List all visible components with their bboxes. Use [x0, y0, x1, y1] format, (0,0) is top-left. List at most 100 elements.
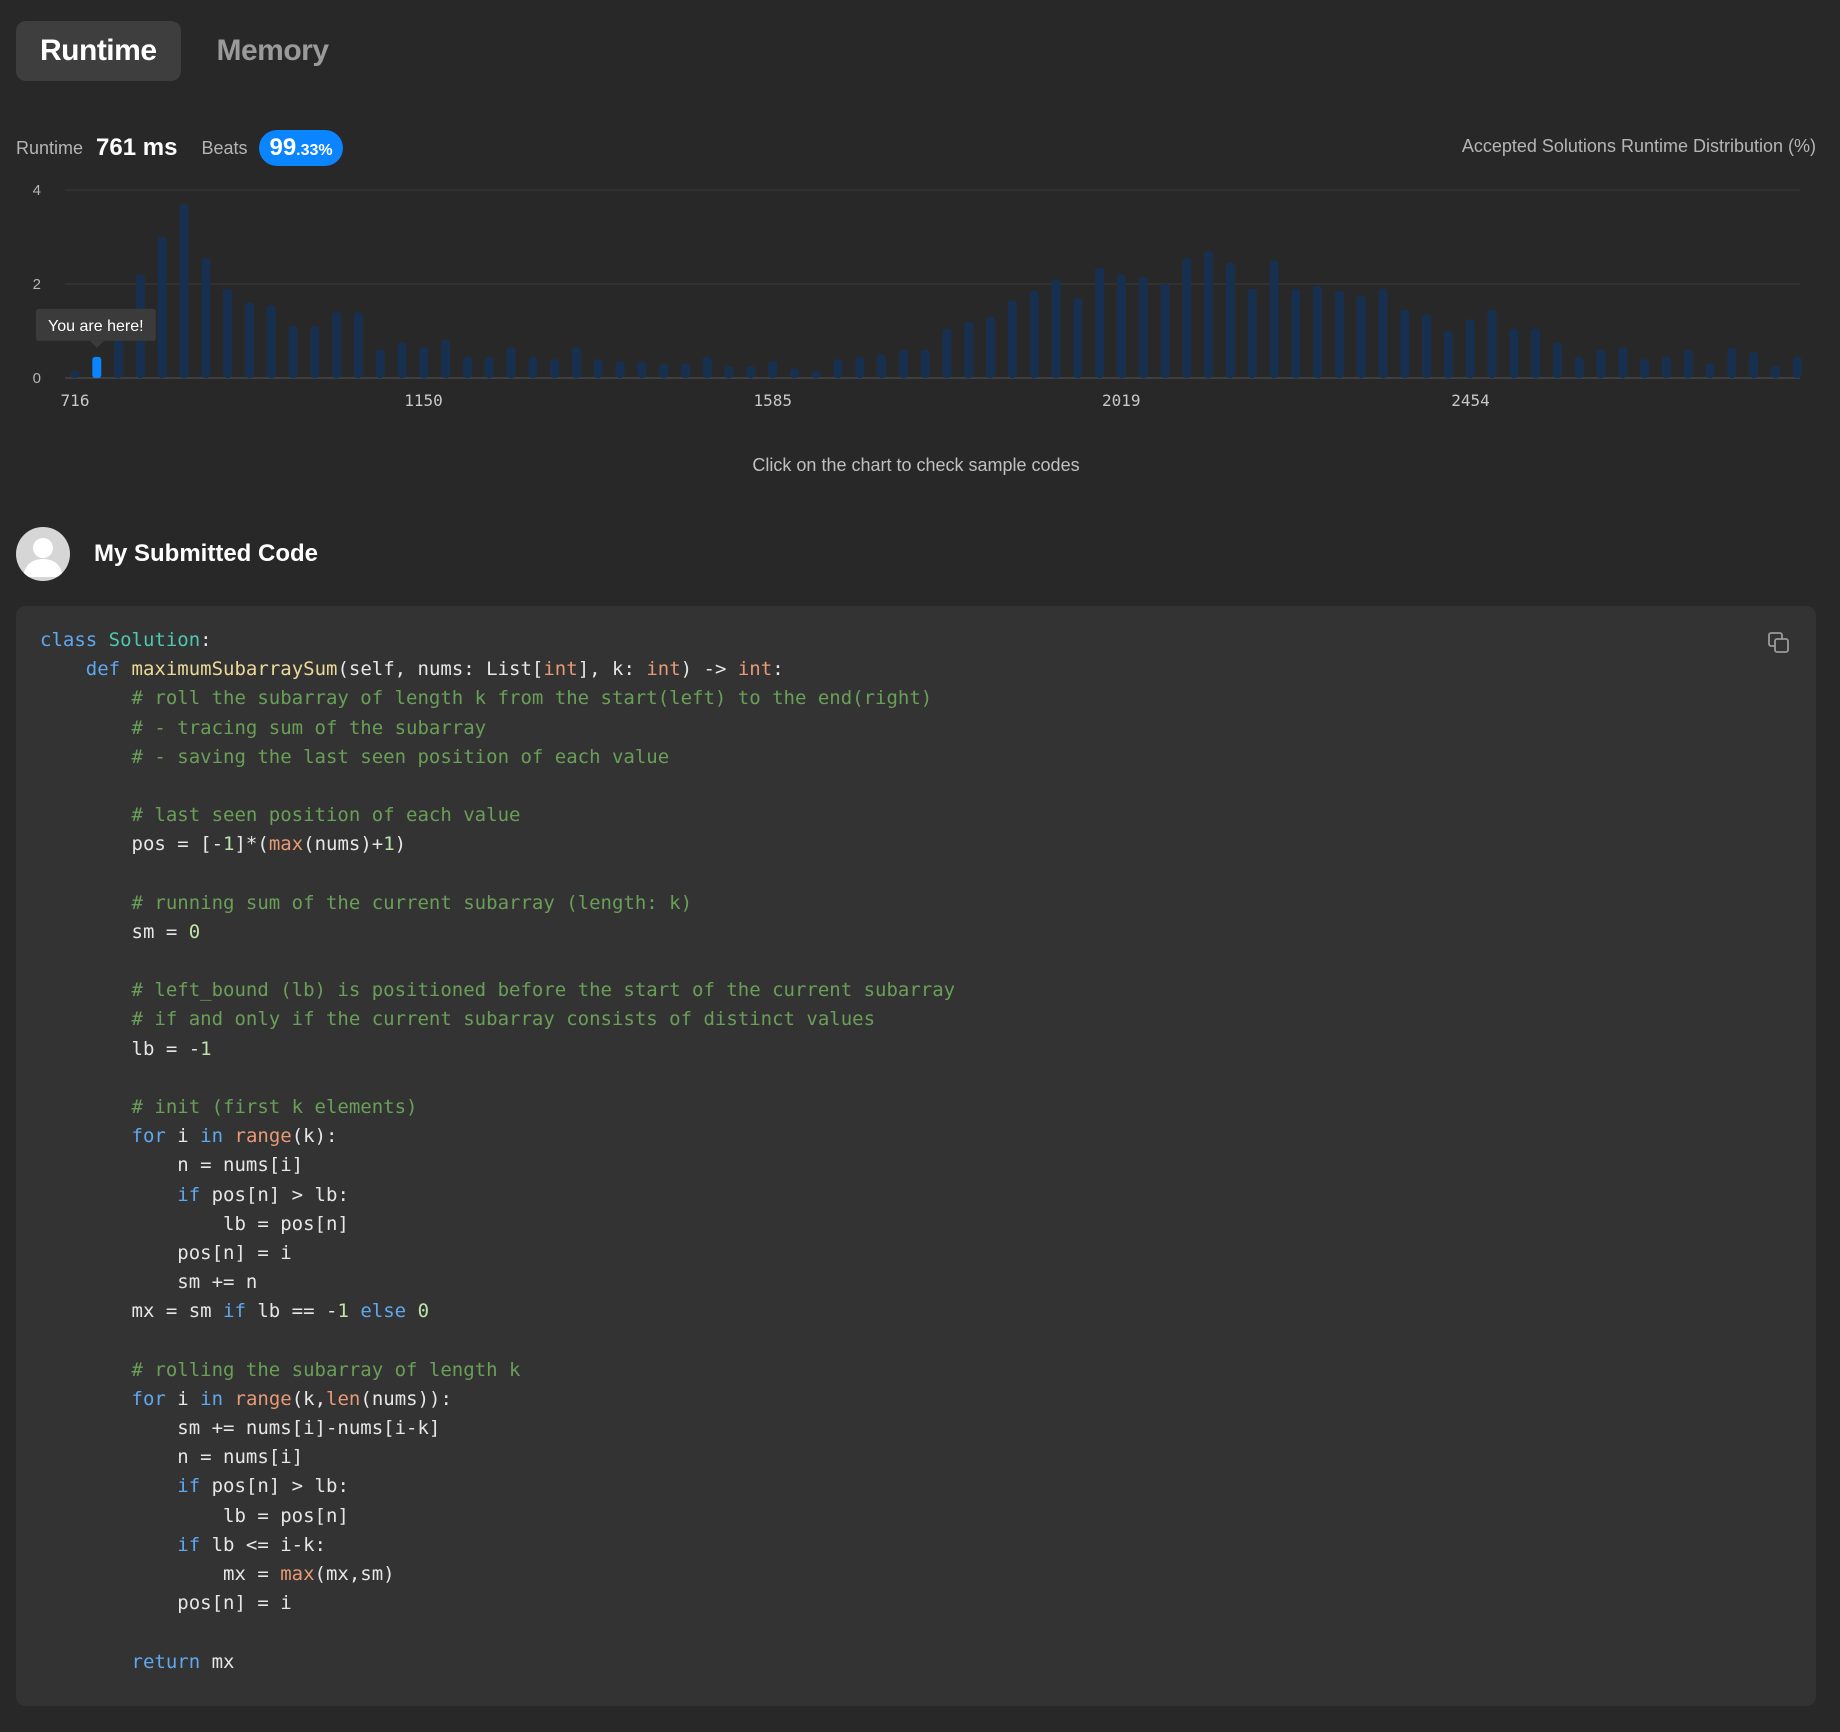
chart-bar[interactable] [223, 288, 233, 378]
chart-bar[interactable] [1661, 356, 1671, 378]
chart-bar[interactable] [506, 347, 516, 378]
chart-bar[interactable] [1182, 258, 1192, 378]
chart-bar[interactable] [833, 359, 843, 378]
beats-label: Beats [201, 137, 248, 158]
chart-bar[interactable] [375, 349, 385, 378]
chart-bar[interactable] [637, 361, 647, 378]
chart-bar[interactable] [1007, 300, 1017, 378]
chart-bar[interactable] [768, 361, 778, 378]
x-tick-label: 716 [61, 391, 90, 410]
chart-bar[interactable] [702, 356, 712, 378]
chart-bar[interactable] [1247, 288, 1257, 378]
chart-bar[interactable] [1792, 356, 1802, 378]
chart-bar[interactable] [1334, 291, 1344, 378]
chart-bar[interactable] [1727, 347, 1737, 378]
chart-bar[interactable] [1640, 359, 1650, 378]
chart-bar[interactable] [1029, 291, 1039, 378]
chart-bar[interactable] [1705, 363, 1715, 378]
chart-bar[interactable] [1291, 288, 1301, 378]
chart-bar[interactable] [70, 370, 80, 378]
chart-bar[interactable] [1051, 279, 1061, 378]
chart-bar[interactable] [484, 356, 494, 378]
x-tick-label: 2454 [1451, 391, 1490, 410]
chart-bar[interactable] [528, 356, 538, 378]
chart-bar[interactable] [157, 237, 167, 378]
chart-bar[interactable] [441, 340, 451, 378]
chart-bar[interactable] [1313, 286, 1323, 378]
chart-bar[interactable] [179, 204, 189, 378]
chart-bar[interactable] [1487, 309, 1497, 378]
chart-bar[interactable] [550, 359, 560, 378]
chart-bar[interactable] [1465, 319, 1475, 378]
chart-bar[interactable] [310, 326, 320, 378]
chart-bar[interactable] [1269, 260, 1279, 379]
code-line: # last seen position of each value [131, 804, 521, 827]
code-line: n = nums[i] [40, 1154, 304, 1177]
chart-bar[interactable] [898, 349, 908, 378]
chart-bar[interactable] [244, 302, 254, 378]
chart-bar[interactable] [920, 349, 930, 378]
chart-bar[interactable] [1095, 267, 1105, 378]
chart-bar[interactable] [1138, 276, 1148, 378]
chart-bar[interactable] [1509, 328, 1519, 378]
chart-bar[interactable] [1400, 309, 1410, 378]
chart-bar[interactable] [659, 363, 669, 378]
chart-bar[interactable] [855, 356, 865, 378]
runtime-label: Runtime [16, 137, 84, 158]
submitted-code-title: My Submitted Code [94, 540, 319, 567]
code-line: pos[n] = i [40, 1241, 292, 1264]
code-panel: class Solution: def maximumSubarraySum(s… [16, 606, 1816, 1706]
chart-bar[interactable] [1160, 284, 1170, 378]
chart-bar[interactable] [1225, 262, 1235, 378]
tab-runtime[interactable]: Runtime [16, 21, 181, 81]
copy-icon[interactable] [1766, 630, 1792, 656]
chart-bar[interactable] [877, 354, 887, 379]
chart-bar[interactable] [1683, 349, 1693, 378]
chart-bar[interactable] [1531, 328, 1541, 378]
chart-bar[interactable] [680, 363, 690, 378]
chart-bar[interactable] [746, 366, 756, 378]
chart-bar[interactable] [615, 361, 625, 378]
chart-bar[interactable] [571, 347, 581, 378]
chart-bar[interactable] [1422, 314, 1432, 378]
chart-bar[interactable] [201, 258, 211, 378]
code-block[interactable]: class Solution: def maximumSubarraySum(s… [40, 626, 1792, 1677]
chart-bar[interactable] [724, 366, 734, 378]
chart-bar[interactable] [986, 316, 996, 378]
chart-bar[interactable] [1749, 352, 1759, 378]
code-line: lb = pos[n] [40, 1504, 349, 1527]
chart-bar[interactable] [1596, 349, 1606, 378]
runtime-distribution-chart[interactable]: 0 2 4 716 1150 1585 2019 2454 You are here! [0, 170, 1840, 415]
chart-bar[interactable] [462, 356, 472, 378]
chart-bar[interactable] [266, 305, 276, 378]
chart-bar[interactable] [1204, 251, 1214, 378]
code-line: if pos[n] > lb: [177, 1475, 349, 1498]
chart-bar[interactable] [789, 368, 799, 378]
chart-bar[interactable] [964, 321, 974, 378]
chart-bar[interactable] [1552, 342, 1562, 378]
chart-bar[interactable] [942, 328, 952, 378]
chart-bar[interactable] [1116, 274, 1126, 378]
chart-bar[interactable] [1443, 331, 1453, 378]
chart-bar[interactable] [419, 347, 429, 378]
highlighted-bar[interactable] [92, 356, 102, 378]
chart-bar[interactable] [1378, 288, 1388, 378]
chart-bar[interactable] [593, 359, 603, 378]
chart-bar[interactable] [353, 312, 363, 378]
chart-bar[interactable] [397, 342, 407, 378]
code-line: return mx [131, 1650, 235, 1673]
tab-memory[interactable]: Memory [193, 21, 353, 81]
chart-hint: Click on the chart to check sample codes [752, 455, 1080, 475]
chart-bar[interactable] [1770, 366, 1780, 378]
chart-bar[interactable] [288, 326, 298, 378]
x-tick-label: 2019 [1102, 391, 1141, 410]
chart-bar[interactable] [1618, 347, 1628, 378]
chart-bar[interactable] [1356, 295, 1366, 378]
code-line: # if and only if the current subarray co… [131, 1008, 876, 1031]
chart-bar[interactable] [1073, 298, 1083, 378]
chart-bar[interactable] [811, 370, 821, 378]
chart-bar[interactable] [332, 312, 342, 378]
chart-bar[interactable] [1574, 356, 1584, 378]
